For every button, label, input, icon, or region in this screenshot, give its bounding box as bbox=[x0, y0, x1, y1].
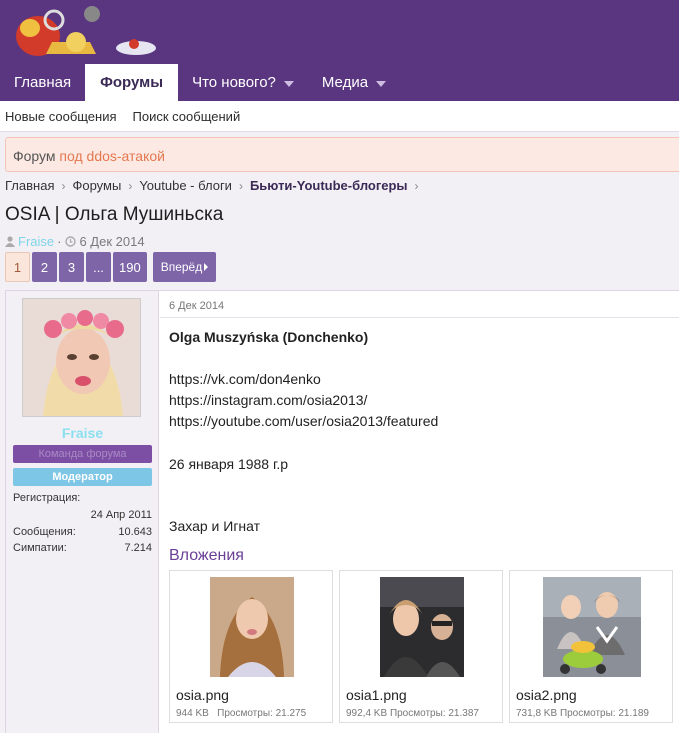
site-logo[interactable] bbox=[6, 4, 164, 62]
attachment-osia2[interactable]: osia2.png 731,8 KB Просмотры: 21.189 bbox=[509, 570, 673, 723]
sub-nav: Новые сообщения Поиск сообщений bbox=[0, 101, 679, 132]
attachment-name[interactable]: osia1.png bbox=[346, 687, 407, 703]
breadcrumb-item[interactable]: Форумы bbox=[72, 178, 121, 193]
breadcrumb-item[interactable]: Бьюти-Youtube-блогеры bbox=[250, 178, 408, 193]
breadcrumb-item[interactable]: Youtube - блоги bbox=[139, 178, 232, 193]
thread-meta: Fraise · 6 Дек 2014 bbox=[5, 234, 145, 249]
post-date[interactable]: 6 Дек 2014 bbox=[169, 300, 224, 312]
page-button-ellipsis[interactable]: ... bbox=[86, 252, 111, 282]
attachment-thumbnail[interactable] bbox=[380, 577, 464, 677]
attachment-thumbnail[interactable] bbox=[543, 577, 641, 677]
attachment-name[interactable]: osia2.png bbox=[516, 687, 577, 703]
breadcrumb-item[interactable]: Главная bbox=[5, 178, 54, 193]
attachment-info: 944 KB Просмотры: 21.275 bbox=[176, 708, 307, 719]
breadcrumb: Главная › Форумы › Youtube - блоги › Бьюти-… bbox=[5, 178, 426, 193]
clock-icon bbox=[65, 236, 77, 247]
chevron-down-icon[interactable] bbox=[283, 80, 294, 87]
post: Fraise Команда форума Модератор Регистра… bbox=[5, 290, 679, 733]
page-button-2[interactable]: 2 bbox=[32, 252, 57, 282]
chevron-down-icon[interactable] bbox=[376, 80, 387, 87]
main-nav: Главная Форумы Что нового? Медиа bbox=[0, 64, 400, 101]
children-text: Захар и Игнат bbox=[169, 518, 261, 534]
post-heading: Olga Muszyńska (Donchenko) bbox=[169, 329, 369, 345]
attachment-name[interactable]: osia.png bbox=[176, 687, 229, 703]
instagram-link[interactable]: https://instagram.com/osia2013/ bbox=[169, 392, 367, 408]
attachment-thumbnail[interactable] bbox=[210, 577, 294, 677]
messages-row: Сообщения: 10.643 bbox=[13, 526, 152, 538]
attachment-osia[interactable]: osia.png 944 KB Просмотры: 21.275 bbox=[169, 570, 333, 723]
chevron-right-icon[interactable]: › bbox=[415, 179, 419, 193]
attachments-title: Вложения bbox=[169, 547, 244, 564]
attachment-osia1[interactable]: osia1.png 992,4 KB Просмотры: 21.387 bbox=[339, 570, 503, 723]
nav-tab-forums[interactable]: Форумы bbox=[85, 64, 179, 101]
likes-row: Симпатии: 7.214 bbox=[13, 542, 152, 554]
forum-notice: Форум под ddos-атакой bbox=[5, 137, 679, 172]
avatar[interactable] bbox=[22, 298, 141, 417]
divider bbox=[160, 317, 679, 318]
nav-tab-home[interactable]: Главная bbox=[0, 64, 85, 101]
page-title: OSIA | Ольга Мушиньска bbox=[5, 204, 224, 225]
page-button-1[interactable]: 1 bbox=[5, 252, 30, 282]
arrow-right-icon bbox=[204, 263, 209, 271]
attachment-info: 992,4 KB Просмотры: 21.387 bbox=[346, 708, 479, 719]
site-header: Главная Форумы Что нового? Медиа bbox=[0, 0, 679, 101]
youtube-link[interactable]: https://youtube.com/user/osia2013/featur… bbox=[169, 413, 438, 429]
birthday-text: 26 января 1988 г.р bbox=[169, 456, 289, 472]
post-content: 6 Дек 2014 Olga Muszyńska (Donchenko) ht… bbox=[160, 291, 679, 733]
moderator-badge: Модератор bbox=[13, 468, 152, 486]
registration-value-row: 24 Апр 2011 bbox=[90, 509, 152, 521]
next-page-button[interactable]: Вперёд bbox=[152, 252, 217, 282]
page-button-last[interactable]: 190 bbox=[113, 252, 147, 282]
thread-date: 6 Дек 2014 bbox=[79, 234, 145, 249]
page-button-3[interactable]: 3 bbox=[59, 252, 84, 282]
chevron-right-icon: › bbox=[238, 178, 243, 193]
attachment-info: 731,8 KB Просмотры: 21.189 bbox=[516, 708, 649, 719]
user-info-panel: Fraise Команда форума Модератор Регистра… bbox=[6, 291, 159, 733]
registration-label-row: Регистрация: bbox=[13, 492, 81, 504]
nav-tab-media[interactable]: Медиа bbox=[308, 64, 400, 101]
chevron-right-icon: › bbox=[61, 178, 66, 193]
thread-author[interactable]: Fraise bbox=[18, 234, 54, 249]
nav-tab-whats-new[interactable]: Что нового? bbox=[178, 64, 308, 101]
username[interactable]: Fraise bbox=[6, 425, 159, 441]
subnav-search-posts[interactable]: Поиск сообщений bbox=[133, 109, 241, 124]
chevron-right-icon: › bbox=[128, 178, 133, 193]
subnav-new-posts[interactable]: Новые сообщения bbox=[5, 109, 117, 124]
user-icon bbox=[5, 236, 15, 247]
team-badge: Команда форума bbox=[13, 445, 152, 463]
pagination: 1 2 3 ... 190 Вперёд bbox=[5, 252, 218, 282]
vk-link[interactable]: https://vk.com/don4enko bbox=[169, 371, 321, 387]
